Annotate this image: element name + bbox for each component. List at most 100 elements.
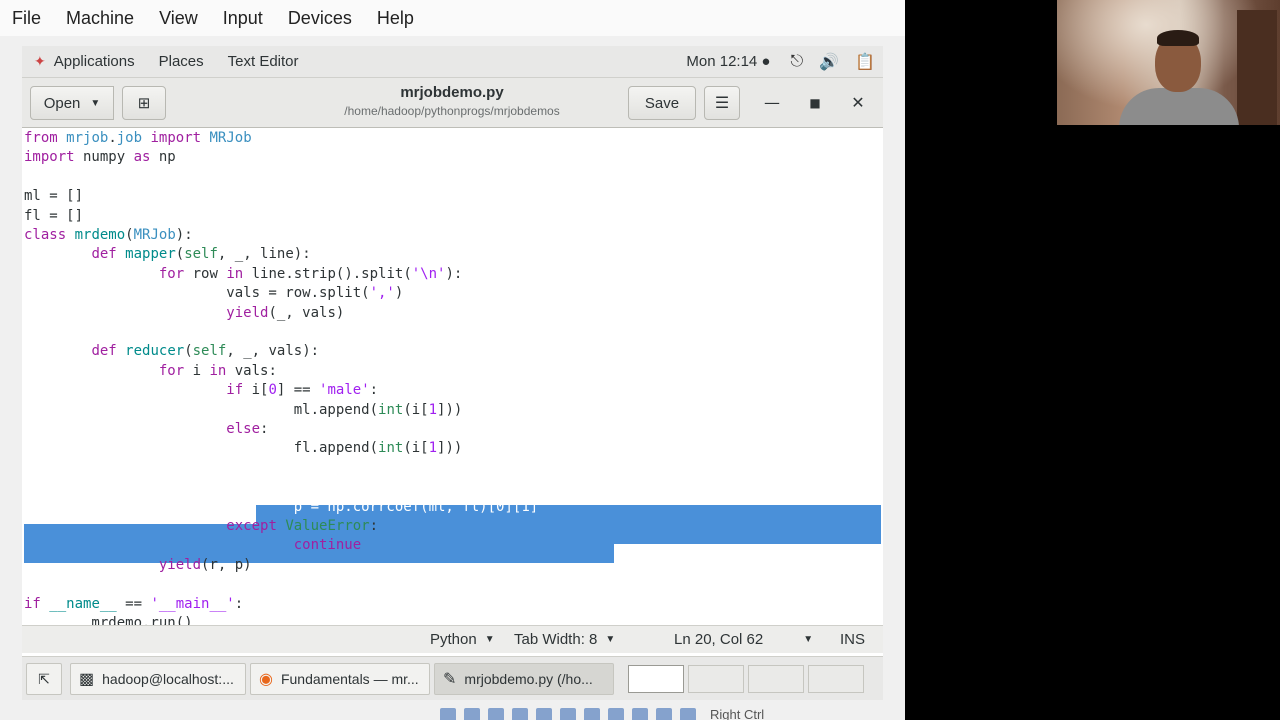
task-firefox[interactable]: ◉ Fundamentals — mr... (250, 663, 430, 695)
code-line: vals = row.split(',') (24, 285, 404, 302)
insert-mode-indicator[interactable]: INS (840, 631, 865, 648)
video-capture-icon[interactable] (608, 708, 624, 720)
close-button[interactable]: ✕ (847, 92, 869, 114)
code-line: ml = [] (24, 188, 84, 205)
code-line: try: (226, 459, 261, 476)
task-label: mrjobdemo.py (/ho... (464, 671, 593, 687)
editor-status-bar: Python ▼ Tab Width: 8 ▼ Ln 20, Col 62 ▼ … (22, 625, 883, 653)
language-label: Python (430, 631, 477, 648)
workspace-3[interactable] (748, 665, 804, 693)
document-path: /home/hadoop/pythonprogs/mrjobdemos (344, 104, 560, 118)
show-desktop-button[interactable]: ⇱ (26, 663, 62, 695)
workspace-4[interactable] (808, 665, 864, 693)
presenter-webcam-video (1057, 0, 1280, 125)
chevron-down-icon: ▼ (90, 97, 101, 109)
code-line: import numpy as np (24, 149, 176, 166)
code-line: yield(_, vals) (226, 304, 345, 321)
close-icon: ✕ (851, 93, 865, 112)
text-editor-icon: ✎ (443, 671, 457, 688)
hamburger-menu-button[interactable]: ☰ (704, 86, 740, 120)
task-terminal[interactable]: ▩ hadoop@localhost:... (70, 663, 246, 695)
clipboard-icon[interactable]: 📋 (855, 52, 875, 72)
code-line: else: (226, 421, 269, 437)
minimize-icon: — (764, 93, 780, 112)
code-line: r = np.corrcoef(ml, fl)[0][0] (24, 479, 539, 496)
cursor-position-selector[interactable]: Ln 20, Col 62 ▼ (674, 631, 813, 648)
applications-menu[interactable]: ✦ Applications (22, 53, 147, 70)
menu-machine[interactable]: Machine (53, 8, 146, 29)
code-line: p = np.corrcoef(ml, fl)[0][1] (24, 498, 539, 515)
cpu-icon[interactable] (632, 708, 648, 720)
code-line: def reducer(self, _, vals): (91, 343, 320, 360)
applications-label: Applications (53, 53, 135, 70)
keyboard-icon[interactable] (680, 708, 696, 720)
firefox-icon: ◉ (259, 671, 273, 688)
code-editor[interactable]: from mrjob.job import MRJob import numpy … (22, 129, 883, 625)
menu-input[interactable]: Input (210, 8, 275, 29)
tab-width-label: Tab Width: 8 (514, 631, 598, 648)
save-button[interactable]: Save (628, 86, 696, 120)
window-list-taskbar: ⇱ ▩ hadoop@localhost:... ◉ Fundamentals … (22, 656, 883, 700)
workspace-1[interactable] (628, 665, 684, 693)
chevron-down-icon: ▼ (484, 634, 495, 645)
network-icon[interactable]: ⎋ (791, 53, 804, 71)
task-label: Fundamentals — mr... (280, 671, 419, 687)
language-selector[interactable]: Python ▼ (430, 631, 495, 648)
minimize-button[interactable]: — (761, 92, 783, 114)
code-line: yield(r, p) (158, 556, 252, 573)
open-label: Open (43, 94, 81, 112)
maximize-icon: ■ (809, 96, 821, 110)
gnome-foot-icon: ✦ (34, 53, 46, 69)
code-line: for row in line.strip().split('\n'): (158, 265, 463, 282)
code-line: if i[0] == 'male': (226, 382, 379, 399)
code-line: def mapper(self, _, line): (91, 246, 311, 263)
tab-width-selector[interactable]: Tab Width: 8 ▼ (514, 631, 615, 648)
virtualbox-menubar: File Machine View Input Devices Help (0, 0, 905, 36)
show-desktop-icon: ⇱ (38, 670, 50, 687)
code-line: fl.append(int(i[1])) (24, 440, 463, 457)
code-line: except ValueError: (226, 518, 379, 534)
guest-screen: ✦ Applications Places Text Editor Mon 12… (22, 46, 883, 700)
terminal-icon: ▩ (79, 671, 95, 688)
menu-file[interactable]: File (0, 8, 53, 29)
task-label: hadoop@localhost:... (102, 671, 234, 687)
mouse-integration-icon[interactable] (656, 708, 672, 720)
menu-view[interactable]: View (146, 8, 210, 29)
document-title: mrjobdemo.py (400, 84, 504, 101)
audio-icon[interactable] (488, 708, 504, 720)
chevron-down-icon: ▼ (605, 634, 616, 645)
host-key-label: Right Ctrl (710, 708, 765, 720)
virtualbox-status-bar: Right Ctrl (440, 708, 905, 720)
menu-devices[interactable]: Devices (275, 8, 364, 29)
optical-drive-icon[interactable] (464, 708, 480, 720)
workspace-2[interactable] (688, 665, 744, 693)
network-adapter-icon[interactable] (512, 708, 528, 720)
hamburger-icon: ☰ (714, 95, 730, 112)
code-line: if __name__ == '__main__': (24, 595, 244, 612)
clock[interactable]: Mon 12:14 ● (686, 53, 782, 70)
cursor-position-label: Ln 20, Col 62 (674, 631, 764, 648)
display-icon[interactable] (584, 708, 600, 720)
code-line: continue (293, 537, 362, 554)
code-line: for i in vals: (158, 362, 277, 379)
document-title-area: mrjobdemo.py /home/hadoop/pythonprogs/mr… (312, 84, 592, 118)
code-line: from mrjob.job import MRJob (24, 130, 252, 146)
maximize-button[interactable]: ■ (804, 92, 826, 114)
task-text-editor[interactable]: ✎ mrjobdemo.py (/ho... (434, 663, 614, 695)
gnome-top-bar: ✦ Applications Places Text Editor Mon 12… (22, 46, 883, 78)
menu-help[interactable]: Help (364, 8, 426, 29)
virtualbox-window: File Machine View Input Devices Help ✦ A… (0, 0, 905, 720)
current-app-menu[interactable]: Text Editor (216, 53, 311, 70)
hard-disk-icon[interactable] (440, 708, 456, 720)
code-line: class mrdemo(MRJob): (24, 227, 193, 243)
usb-icon[interactable] (536, 708, 552, 720)
new-document-icon: ⊞ (137, 95, 151, 112)
open-button[interactable]: Open ▼ (30, 86, 114, 120)
code-line: fl = [] (24, 207, 84, 224)
code-line: ml.append(int(i[1])) (24, 401, 463, 418)
volume-icon[interactable]: 🔊 (819, 52, 839, 72)
shared-folder-icon[interactable] (560, 708, 576, 720)
new-document-button[interactable]: ⊞ (122, 86, 166, 120)
places-menu[interactable]: Places (147, 53, 216, 70)
code-line: mrdemo.run() (24, 615, 193, 625)
